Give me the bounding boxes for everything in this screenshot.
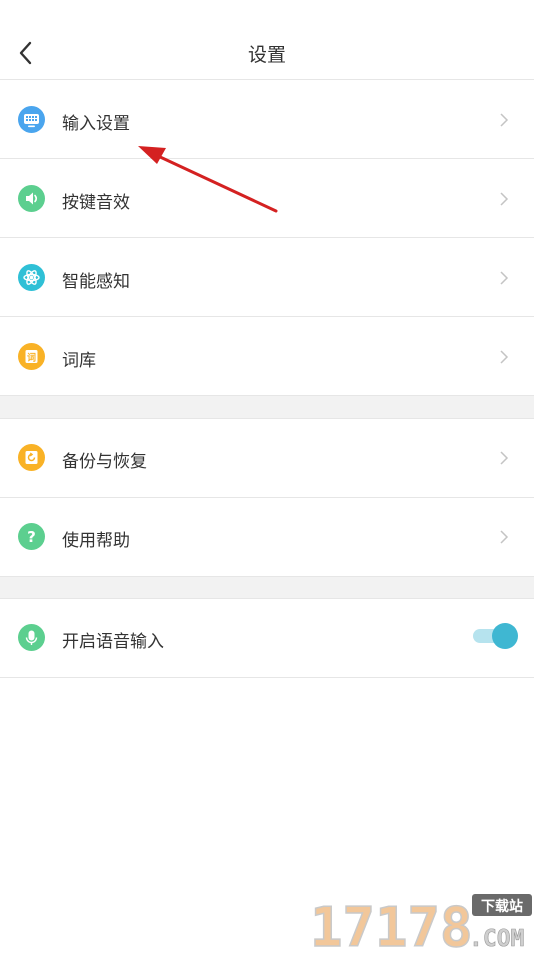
help-icon: ? xyxy=(18,523,45,550)
settings-row-label: 智能感知 xyxy=(62,272,130,292)
chevron-right-icon xyxy=(500,350,509,364)
chevron-right-icon xyxy=(500,451,509,465)
settings-row-dictionary[interactable]: 词 词库 xyxy=(0,317,534,396)
settings-row-smart-perception[interactable]: 智能感知 xyxy=(0,238,534,317)
settings-row-label: 开启语音输入 xyxy=(62,632,164,652)
chevron-right-icon xyxy=(500,192,509,206)
dictionary-icon-glyph: 词 xyxy=(27,352,36,364)
settings-row-voice-input[interactable]: 开启语音输入 xyxy=(0,599,534,678)
section-gap xyxy=(0,396,534,419)
watermark-tag: 下载站 xyxy=(481,898,523,915)
settings-row-label: 备份与恢复 xyxy=(62,452,147,472)
backup-restore-icon xyxy=(18,444,45,471)
voice-input-toggle[interactable] xyxy=(470,622,520,650)
chevron-right-icon xyxy=(500,530,509,544)
help-icon-glyph: ? xyxy=(27,528,36,546)
watermark-number: 17178 xyxy=(310,896,473,950)
settings-row-input-settings[interactable]: 输入设置 xyxy=(0,80,534,159)
dictionary-icon: 词 xyxy=(18,343,45,370)
page-title: 设置 xyxy=(247,44,286,66)
chevron-right-icon xyxy=(500,113,509,127)
settings-row-label: 使用帮助 xyxy=(62,531,130,551)
app-header: 设置 xyxy=(0,0,534,80)
settings-row-backup-restore[interactable]: 备份与恢复 xyxy=(0,419,534,498)
settings-row-label: 输入设置 xyxy=(62,114,130,134)
watermark-suffix: .COM xyxy=(469,926,524,950)
settings-row-key-sound[interactable]: 按键音效 xyxy=(0,159,534,238)
section-gap xyxy=(0,577,534,599)
chevron-right-icon xyxy=(500,271,509,285)
toggle-knob xyxy=(492,623,518,649)
atom-icon xyxy=(18,264,45,291)
microphone-icon xyxy=(18,624,45,651)
watermark-logo: 17178 下载站 .COM xyxy=(306,886,534,954)
settings-row-label: 词库 xyxy=(62,351,96,371)
settings-row-help[interactable]: ? 使用帮助 xyxy=(0,498,534,577)
settings-row-label: 按键音效 xyxy=(62,193,130,213)
speaker-icon xyxy=(18,185,45,212)
keyboard-icon xyxy=(18,106,45,133)
